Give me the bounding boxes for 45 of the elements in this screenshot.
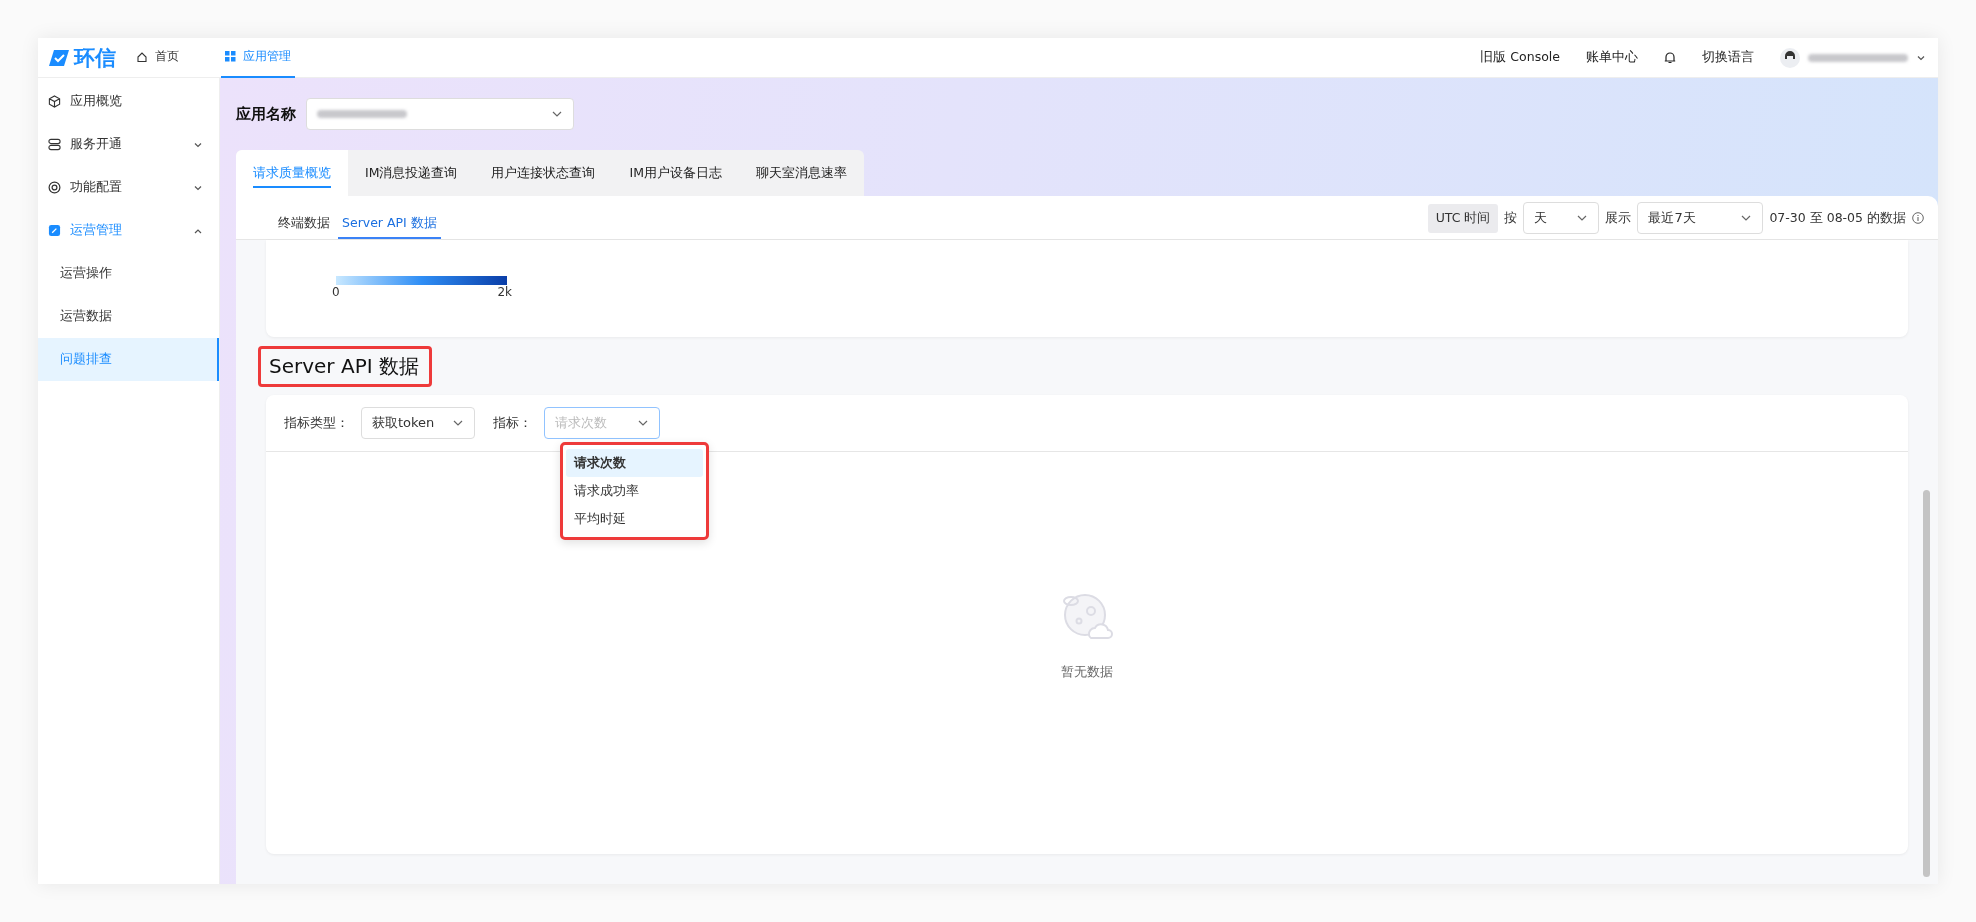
logo-text: 环信 xyxy=(74,44,116,72)
range-select[interactable]: 最近7天 xyxy=(1637,202,1764,234)
nav-tab[interactable]: 首页 xyxy=(132,37,183,78)
header-link[interactable]: 切换语言 xyxy=(1702,49,1754,66)
dropdown-option[interactable]: 平均时延 xyxy=(566,505,703,533)
logo-icon xyxy=(48,48,70,67)
sidebar-item[interactable]: 应用概览 xyxy=(38,80,219,123)
header-link[interactable]: 账单中心 xyxy=(1586,49,1638,66)
tab[interactable]: 聊天室消息速率 xyxy=(738,150,864,196)
bell-icon[interactable] xyxy=(1664,51,1676,64)
show-label: 展示 xyxy=(1605,209,1632,227)
cube-icon xyxy=(48,95,61,108)
section-title: Server API 数据 xyxy=(258,345,432,387)
app-name-label: 应用名称 xyxy=(236,104,296,124)
tab[interactable]: IM消息投递查询 xyxy=(348,150,475,196)
toggle-icon xyxy=(48,138,61,151)
sidebar-item[interactable]: 服务开通 xyxy=(38,123,219,166)
scale-max: 2k xyxy=(497,285,512,299)
sidebar-subitem[interactable]: 运营操作 xyxy=(38,252,219,295)
grid-icon xyxy=(225,51,236,62)
tab[interactable]: 用户连接状态查询 xyxy=(474,150,613,196)
utc-toggle[interactable]: UTC 时间 xyxy=(1427,203,1499,233)
dropdown-option[interactable]: 请求成功率 xyxy=(566,477,703,505)
home-icon xyxy=(136,50,148,63)
sidebar-item[interactable]: 运营管理 xyxy=(38,209,219,252)
empty-state-text: 暂无数据 xyxy=(1061,663,1113,681)
scale-min: 0 xyxy=(332,285,340,299)
target-icon xyxy=(48,181,61,194)
dropdown-option[interactable]: 请求次数 xyxy=(566,449,703,477)
sub-tab[interactable]: 终端数据 xyxy=(274,215,334,239)
metric-label: 指标： xyxy=(493,414,532,432)
by-label: 按 xyxy=(1504,209,1518,227)
date-range-summary: 07-30 至 08-05 的数据 xyxy=(1769,209,1906,227)
granularity-select[interactable]: 天 xyxy=(1523,202,1600,234)
tab[interactable]: IM用户设备日志 xyxy=(612,150,739,196)
sidebar-subitem[interactable]: 运营数据 xyxy=(38,295,219,338)
metric-type-label: 指标类型： xyxy=(284,414,349,432)
avatar-icon[interactable] xyxy=(1780,47,1800,68)
edit-icon xyxy=(48,224,61,237)
sidebar-item[interactable]: 功能配置 xyxy=(38,166,219,209)
metric-type-select[interactable]: 获取token xyxy=(361,407,475,439)
header-link[interactable]: 旧版 Console xyxy=(1480,49,1560,66)
scrollbar[interactable] xyxy=(1923,490,1930,877)
info-icon[interactable] xyxy=(1912,212,1924,224)
tab[interactable]: 请求质量概览 xyxy=(236,150,348,196)
